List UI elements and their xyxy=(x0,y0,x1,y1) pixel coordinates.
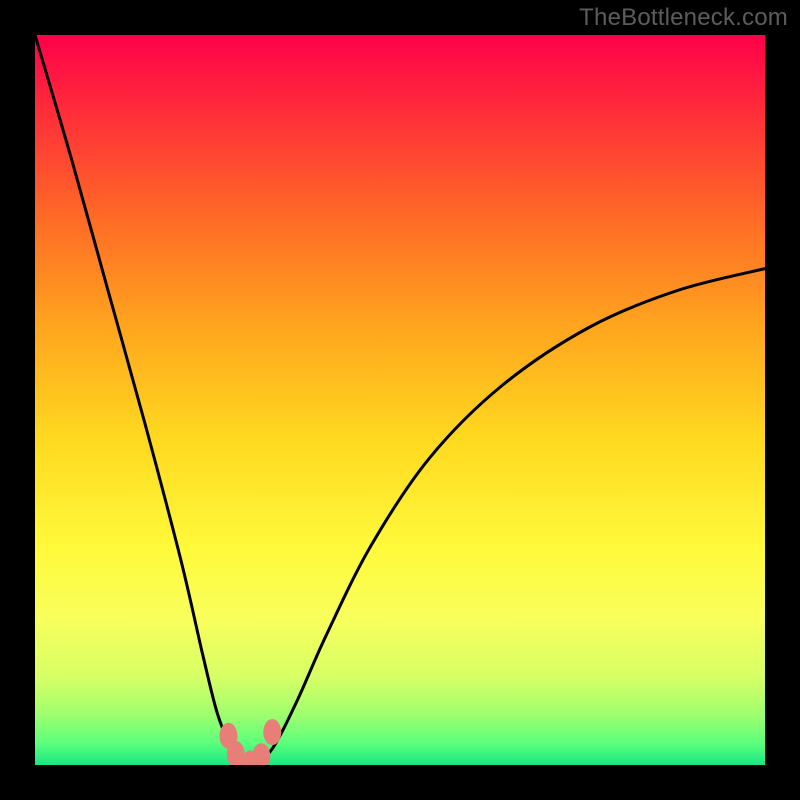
chart-frame: TheBottleneck.com xyxy=(0,0,800,800)
dot-right-up xyxy=(263,719,281,745)
plot-area xyxy=(35,35,765,765)
gradient-bg xyxy=(35,35,765,765)
plot-svg xyxy=(35,35,765,765)
watermark-text: TheBottleneck.com xyxy=(579,4,788,32)
